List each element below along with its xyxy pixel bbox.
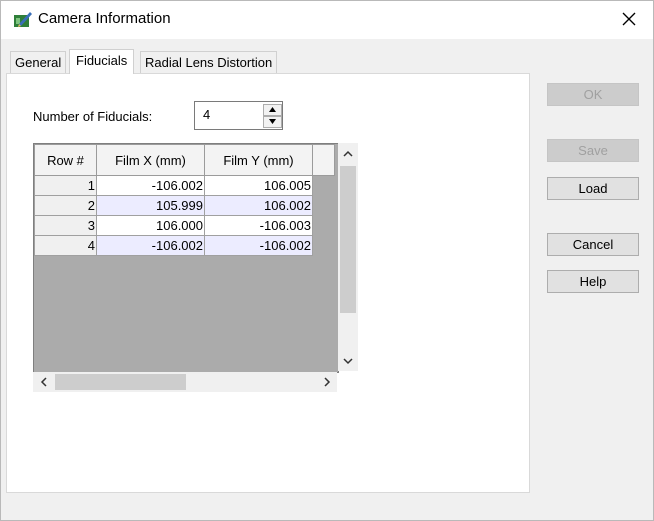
table-row[interactable]: 4 -106.002 -106.002 bbox=[34, 235, 335, 256]
scroll-up-arrow-icon[interactable] bbox=[342, 148, 354, 160]
fiducials-grid[interactable]: Row # Film X (mm) Film Y (mm) 1 -106.002… bbox=[33, 143, 339, 373]
help-button[interactable]: Help bbox=[547, 270, 639, 293]
fiducials-panel: Number of Fiducials: 4 Row # Film X (mm)… bbox=[6, 73, 530, 493]
row-number-cell[interactable]: 3 bbox=[34, 215, 97, 236]
spinner-down-button[interactable] bbox=[263, 116, 282, 128]
number-of-fiducials-label: Number of Fiducials: bbox=[33, 109, 153, 124]
film-x-cell[interactable]: -106.002 bbox=[96, 175, 205, 196]
horizontal-scroll-thumb[interactable] bbox=[55, 374, 186, 390]
vertical-scroll-thumb[interactable] bbox=[340, 166, 356, 313]
grid-vertical-scrollbar[interactable] bbox=[338, 143, 358, 371]
camera-information-dialog: Camera Information General Fiducials Rad… bbox=[0, 0, 654, 521]
grid-horizontal-scrollbar[interactable] bbox=[33, 372, 337, 392]
close-icon[interactable] bbox=[619, 9, 639, 29]
title-bar: Camera Information bbox=[1, 1, 653, 39]
column-header-film-y[interactable]: Film Y (mm) bbox=[204, 144, 313, 176]
column-header-row[interactable]: Row # bbox=[34, 144, 97, 176]
scroll-right-arrow-icon[interactable] bbox=[321, 376, 333, 388]
spinner-up-button[interactable] bbox=[263, 104, 282, 116]
scroll-down-arrow-icon[interactable] bbox=[342, 355, 354, 367]
table-row[interactable]: 1 -106.002 106.005 bbox=[34, 175, 335, 196]
film-y-cell[interactable]: -106.003 bbox=[204, 215, 313, 236]
column-header-film-x[interactable]: Film X (mm) bbox=[96, 144, 205, 176]
row-number-cell[interactable]: 1 bbox=[34, 175, 97, 196]
scroll-left-arrow-icon[interactable] bbox=[38, 376, 50, 388]
film-x-cell[interactable]: 106.000 bbox=[96, 215, 205, 236]
row-number-cell[interactable]: 2 bbox=[34, 195, 97, 216]
tab-general[interactable]: General bbox=[10, 51, 67, 73]
film-y-cell[interactable]: 106.005 bbox=[204, 175, 313, 196]
tab-radial-lens-distortion[interactable]: Radial Lens Distortion bbox=[140, 51, 278, 73]
film-y-cell[interactable]: -106.002 bbox=[204, 235, 313, 256]
row-number-cell[interactable]: 4 bbox=[34, 235, 97, 256]
number-of-fiducials-spinner[interactable]: 4 bbox=[194, 101, 283, 130]
number-of-fiducials-value[interactable]: 4 bbox=[203, 107, 210, 122]
window-title: Camera Information bbox=[38, 10, 171, 27]
table-row[interactable]: 3 106.000 -106.003 bbox=[34, 215, 335, 236]
cancel-button[interactable]: Cancel bbox=[547, 233, 639, 256]
column-header-extra bbox=[312, 144, 335, 176]
camera-pen-icon bbox=[13, 9, 33, 29]
tab-fiducials[interactable]: Fiducials bbox=[69, 49, 135, 74]
load-button[interactable]: Load bbox=[547, 177, 639, 200]
caret-up-icon bbox=[269, 107, 276, 112]
film-x-cell[interactable]: -106.002 bbox=[96, 235, 205, 256]
film-y-cell[interactable]: 106.002 bbox=[204, 195, 313, 216]
ok-button[interactable]: OK bbox=[547, 83, 639, 106]
table-row[interactable]: 2 105.999 106.002 bbox=[34, 195, 335, 216]
save-button[interactable]: Save bbox=[547, 139, 639, 162]
film-x-cell[interactable]: 105.999 bbox=[96, 195, 205, 216]
caret-down-icon bbox=[269, 119, 276, 124]
